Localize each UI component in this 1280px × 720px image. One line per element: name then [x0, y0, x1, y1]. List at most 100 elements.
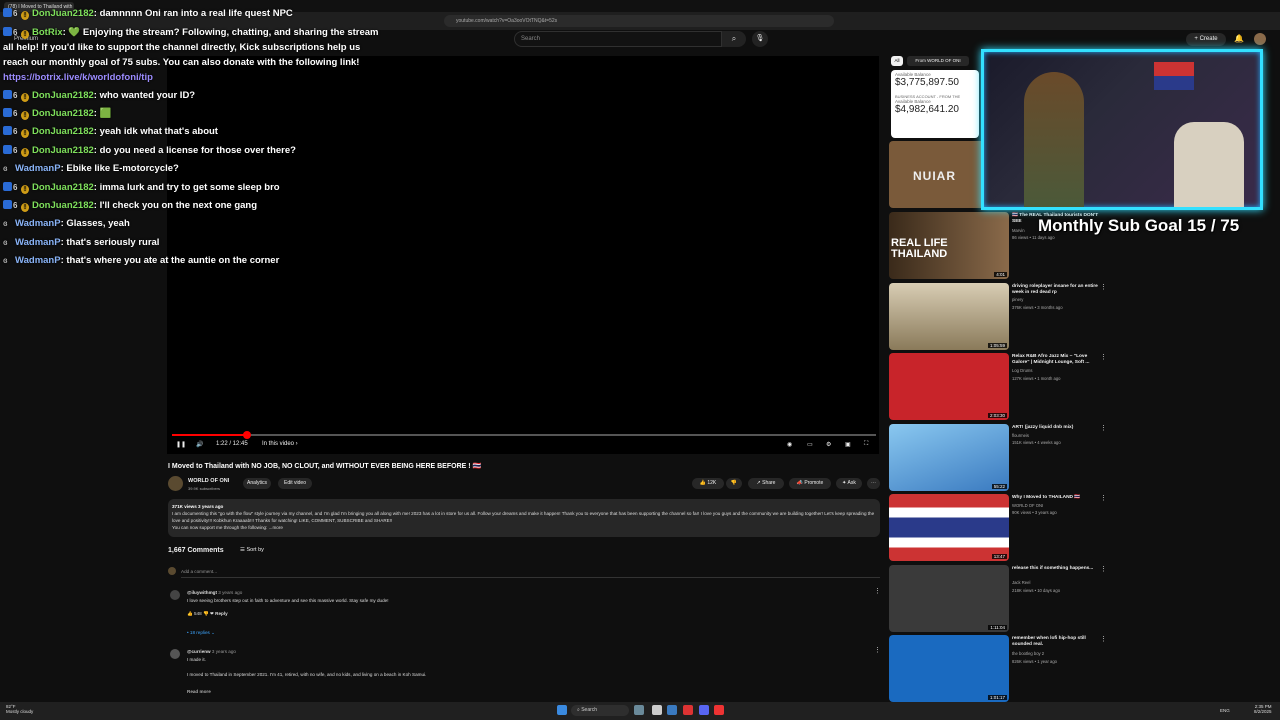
- chip-all[interactable]: All: [891, 56, 903, 66]
- chip-from-channel[interactable]: From WORLD OF ONI: [907, 56, 969, 66]
- chat-username[interactable]: DonJuan2182: [32, 182, 94, 193]
- avatar[interactable]: [1254, 33, 1266, 45]
- video-menu-icon[interactable]: ⋮: [1100, 635, 1107, 643]
- badge-icon: 6: [13, 201, 18, 210]
- channel-avatar[interactable]: [168, 476, 183, 491]
- badge-icon: 6: [13, 183, 18, 192]
- recommended-channel[interactable]: pinery: [1012, 297, 1100, 303]
- more-actions-icon[interactable]: ⋯: [867, 478, 880, 489]
- recommended-channel[interactable]: the bootleg boy 2: [1012, 651, 1100, 657]
- comment-menu-icon[interactable]: ⋮: [874, 587, 881, 595]
- recommended-thumbnail[interactable]: 1:05:59: [889, 283, 1009, 350]
- video-menu-icon[interactable]: ⋮: [1100, 424, 1107, 432]
- tip-link[interactable]: https://botrix.live/k/worldofoni/tip: [3, 72, 153, 83]
- replies-toggle[interactable]: • 18 replies ⌄: [187, 630, 215, 636]
- share-button[interactable]: ↗ Share: [748, 478, 784, 489]
- chat-username[interactable]: DonJuan2182: [32, 126, 94, 137]
- description-box[interactable]: 371K views 3 years ago I am documenting …: [168, 499, 880, 537]
- chat-username[interactable]: WadmanP: [15, 163, 61, 174]
- comment-author[interactable]: @iluywithmgt: [187, 590, 217, 595]
- recommended-title[interactable]: driving roleplayer insane for an entire …: [1012, 284, 1100, 296]
- analytics-button[interactable]: Analytics: [243, 478, 271, 489]
- recommended-channel[interactable]: flourmeis: [1012, 433, 1100, 439]
- file-explorer-icon[interactable]: [652, 705, 662, 715]
- browser-icon[interactable]: [683, 705, 693, 715]
- promote-button[interactable]: 📣 Promote: [789, 478, 831, 489]
- chat-username[interactable]: WadmanP: [15, 255, 61, 266]
- recommended-title[interactable]: remember when lofi hip-hop still sounded…: [1012, 636, 1100, 648]
- autoplay-toggle[interactable]: ◉: [787, 441, 792, 448]
- edit-video-button[interactable]: Edit video: [278, 478, 312, 489]
- create-button[interactable]: + Create: [1186, 33, 1226, 46]
- language-indicator[interactable]: ENG: [1220, 708, 1230, 713]
- search-button[interactable]: ⌕: [722, 31, 746, 47]
- clock[interactable]: 2:35 PM 8/2/2025: [1254, 704, 1272, 714]
- warning-badge-icon: !: [21, 185, 29, 194]
- windows-start-icon[interactable]: [557, 705, 567, 715]
- chat-message: ɞ WadmanP: that's seriously rural: [3, 237, 159, 248]
- scrubber-handle[interactable]: [243, 431, 251, 439]
- webcam-overlay: [981, 49, 1263, 210]
- dislike-button[interactable]: 👎: [726, 478, 742, 489]
- settings-icon[interactable]: ⚙: [826, 441, 831, 448]
- voice-search-button[interactable]: 🎙: [752, 31, 768, 47]
- sort-label: Sort by: [246, 547, 264, 553]
- chat-username[interactable]: WadmanP: [15, 218, 61, 229]
- weather-widget[interactable]: 82°F Mostly cloudy: [6, 704, 33, 714]
- chat-message: ɞ WadmanP: that's where you ate at the au…: [3, 255, 279, 266]
- pause-icon[interactable]: ❚❚: [176, 441, 186, 448]
- thumbs-down-icon[interactable]: 👎: [203, 611, 209, 616]
- search-input[interactable]: Search: [514, 31, 722, 47]
- video-menu-icon[interactable]: ⋮: [1100, 565, 1107, 573]
- chat-username[interactable]: DonJuan2182: [32, 145, 94, 156]
- recommended-channel[interactable]: WORLD OF ONI: [1012, 503, 1100, 509]
- progress-track[interactable]: [172, 434, 876, 436]
- address-bar[interactable]: youtube.com/watch?v=Oa3ooVOtTNQ&t=52s: [444, 15, 834, 27]
- recommended-thumbnail[interactable]: 1:01:17: [889, 635, 1009, 702]
- subtitles-icon[interactable]: ▭: [807, 441, 813, 448]
- read-more-link[interactable]: Read more: [187, 689, 211, 694]
- recommended-thumbnail[interactable]: 55:22: [889, 424, 1009, 491]
- app-icon[interactable]: [667, 705, 677, 715]
- reply-button[interactable]: Reply: [215, 611, 228, 616]
- notifications-icon[interactable]: 🔔: [1234, 34, 1244, 43]
- chapter-button[interactable]: In this video ›: [262, 441, 298, 447]
- video-menu-icon[interactable]: ⋮: [1100, 494, 1107, 502]
- chat-username[interactable]: DonJuan2182: [32, 8, 94, 19]
- recommended-thumbnail[interactable]: REAL LIFE THAILAND 4:01: [889, 212, 1009, 279]
- video-menu-icon[interactable]: ⋮: [1100, 353, 1107, 361]
- sort-button[interactable]: ☰ Sort by: [240, 547, 264, 553]
- ask-button[interactable]: ✦ Ask: [836, 478, 862, 489]
- chat-username[interactable]: DonJuan2182: [32, 90, 94, 101]
- recommended-title[interactable]: Relax R&B Afro Jazz Mix ~ "Love Galore" …: [1012, 354, 1100, 366]
- recommended-title[interactable]: Why I Moved to THAILAND 🇹🇭: [1012, 495, 1100, 501]
- add-comment-input[interactable]: Add a comment...: [181, 569, 217, 574]
- recommended-title[interactable]: release this if something happens...: [1012, 566, 1100, 572]
- video-menu-icon[interactable]: ⋮: [1100, 283, 1107, 291]
- chat-username[interactable]: DonJuan2182: [32, 108, 94, 119]
- comment-menu-icon[interactable]: ⋮: [874, 646, 881, 654]
- taskbar-search[interactable]: ⌕ Search: [571, 705, 629, 716]
- channel-name[interactable]: WORLD OF ONI: [188, 478, 229, 484]
- warning-badge-icon: !: [21, 11, 29, 20]
- volume-icon[interactable]: 🔊: [196, 441, 203, 448]
- comment-author[interactable]: @currienw: [187, 649, 211, 654]
- app-icon[interactable]: [634, 705, 644, 715]
- share-label: Share: [762, 480, 776, 486]
- fullscreen-icon[interactable]: ⛶: [864, 441, 868, 448]
- recommended-thumbnail[interactable]: 1:11:04: [889, 565, 1009, 632]
- chat-username[interactable]: WadmanP: [15, 237, 61, 248]
- recommended-thumbnail[interactable]: 2:03:30: [889, 353, 1009, 420]
- discord-icon[interactable]: [699, 705, 709, 715]
- recommended-thumbnail[interactable]: 13:47: [889, 494, 1009, 561]
- thumbs-up-icon[interactable]: 👍: [187, 611, 193, 616]
- like-button[interactable]: 👍 12K: [692, 478, 724, 489]
- chat-username[interactable]: DonJuan2182: [32, 200, 94, 211]
- chair: [1174, 122, 1244, 207]
- miniplayer-icon[interactable]: ▣: [845, 441, 851, 448]
- recommended-channel[interactable]: Jack Reel: [1012, 580, 1100, 586]
- app-icon[interactable]: [714, 705, 724, 715]
- recommended-title[interactable]: ART! (jazzy liquid dnb mix): [1012, 425, 1100, 431]
- recommended-channel[interactable]: Log Drums: [1012, 368, 1100, 374]
- chat-username[interactable]: BotRix: [32, 27, 63, 38]
